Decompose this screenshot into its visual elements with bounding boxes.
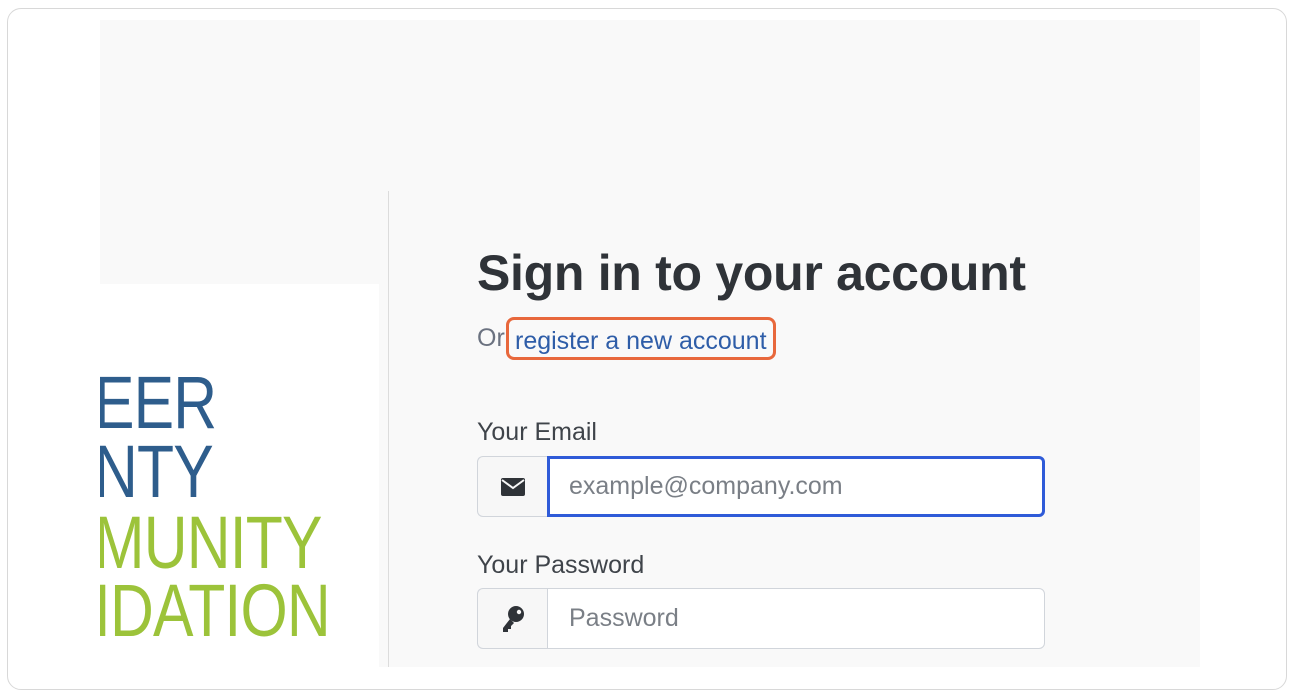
logo-line-4: IDATION <box>100 569 331 652</box>
email-input[interactable] <box>547 456 1045 517</box>
organization-logo: EER NTY MUNITY IDATION <box>100 284 379 667</box>
register-prompt-prefix: Or <box>477 324 505 352</box>
vertical-divider <box>388 191 389 667</box>
key-icon <box>477 588 547 649</box>
logo-line-1: EER <box>100 361 217 444</box>
password-label: Your Password <box>477 551 645 579</box>
email-input-group <box>477 456 1045 517</box>
register-prompt: Or <box>477 324 505 353</box>
password-input[interactable] <box>547 588 1045 649</box>
page-title: Sign in to your account <box>477 245 1026 301</box>
envelope-icon <box>477 456 547 517</box>
register-link[interactable]: register a new account <box>506 317 776 360</box>
logo-line-2: NTY <box>100 430 214 513</box>
password-input-group <box>477 588 1045 649</box>
email-label: Your Email <box>477 418 597 446</box>
